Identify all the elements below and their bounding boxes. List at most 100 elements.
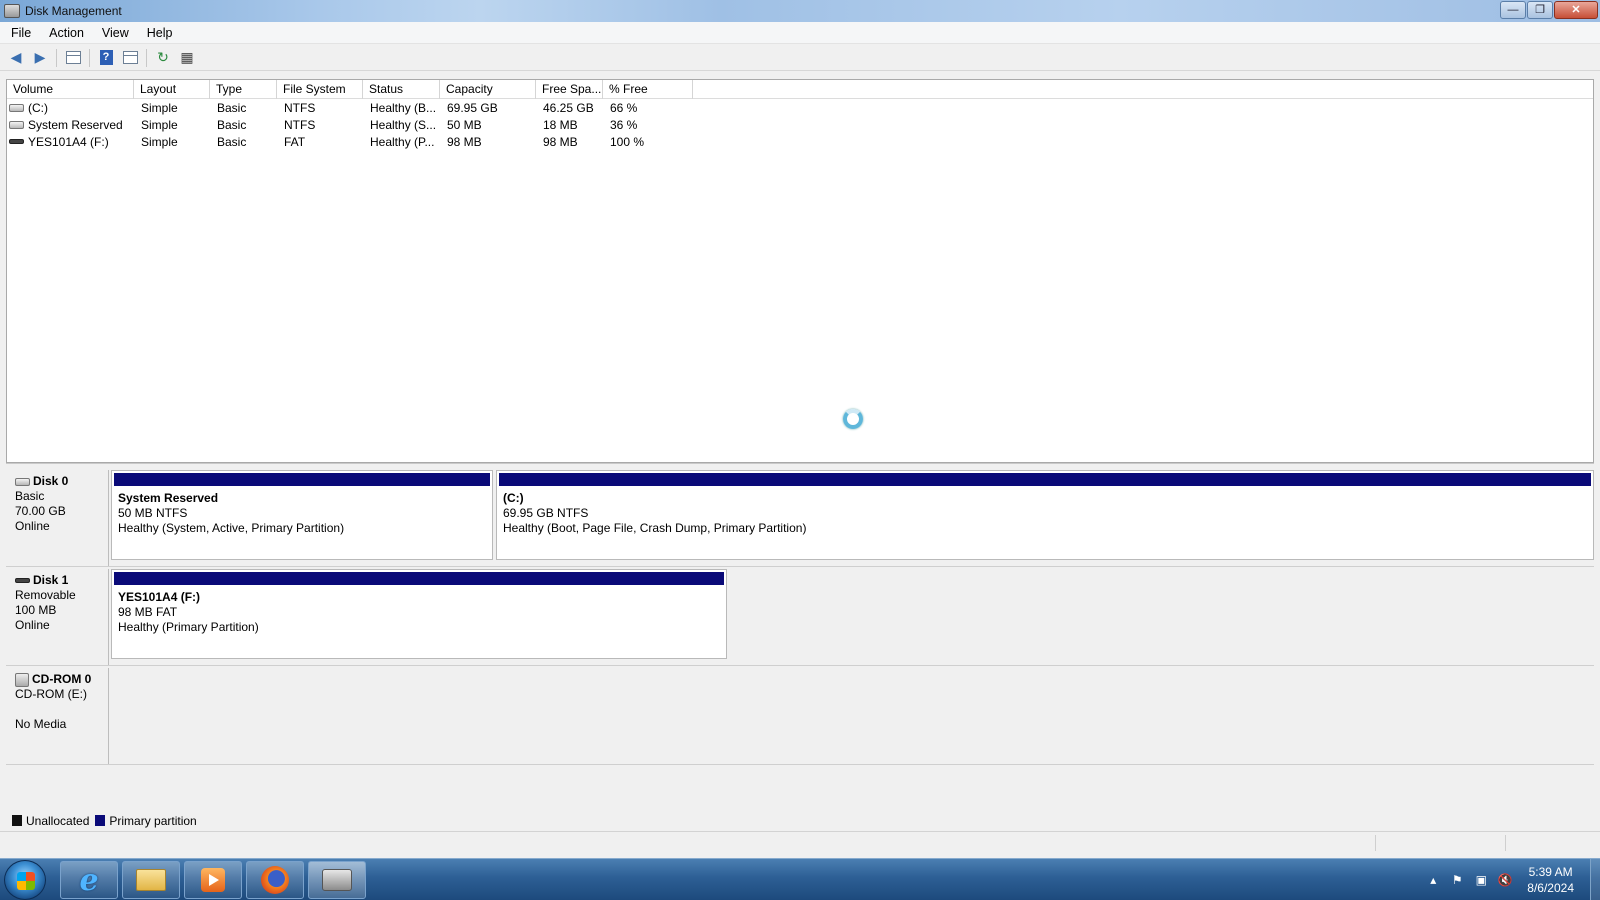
partition-system-reserved[interactable]: System Reserved 50 MB NTFS Healthy (Syst… (111, 470, 493, 560)
menu-bar: File Action View Help (0, 22, 1600, 44)
column-header-free-space[interactable]: Free Spa... (536, 80, 603, 99)
export-list-icon[interactable]: ▦ (177, 48, 197, 68)
menu-view[interactable]: View (91, 26, 136, 40)
layout-cell: Simple (141, 117, 178, 132)
disk-row-disk-1: Disk 1 Removable 100 MB Online YES101A4 … (6, 569, 1594, 666)
partition-c-drive[interactable]: (C:) 69.95 GB NTFS Healthy (Boot, Page F… (496, 470, 1594, 560)
toolbar-separator (56, 48, 57, 67)
unallocated-swatch (12, 815, 22, 826)
partition-details: (C:) 69.95 GB NTFS Healthy (Boot, Page F… (497, 486, 1593, 536)
disk-label-disk-1[interactable]: Disk 1 Removable 100 MB Online (6, 569, 109, 665)
partition-details: YES101A4 (F:) 98 MB FAT Healthy (Primary… (112, 585, 726, 635)
disk-name-text: CD-ROM 0 (32, 672, 92, 686)
console-tree-icon[interactable] (63, 48, 83, 68)
status-cell: Healthy (S... (370, 117, 437, 132)
minimize-button[interactable]: — (1500, 1, 1526, 19)
volume-list[interactable]: Volume Layout Type File System Status Ca… (6, 79, 1594, 463)
forward-arrow-icon[interactable]: ▶ (30, 48, 50, 68)
help-icon[interactable]: ? (96, 48, 116, 68)
status-cell: Healthy (P... (370, 134, 435, 149)
primary-partition-bar (499, 473, 1591, 486)
show-hidden-icons-chevron-icon[interactable]: ▴ (1425, 872, 1441, 888)
hard-drive-icon (9, 103, 24, 112)
disk-name: Disk 0 (15, 474, 108, 489)
taskbar-firefox[interactable] (246, 861, 304, 899)
disk-row-cdrom-0: CD-ROM 0 CD-ROM (E:) No Media (6, 668, 1594, 765)
taskbar-file-explorer[interactable] (122, 861, 180, 899)
primary-partition-bar (114, 572, 724, 585)
table-row[interactable]: (C:) Simple Basic NTFS Healthy (B... 69.… (7, 99, 1593, 116)
partition-name: (C:) (503, 491, 524, 505)
hard-disk-icon (15, 477, 30, 486)
file-system-cell: NTFS (284, 117, 316, 132)
free-space-cell: 18 MB (543, 117, 578, 132)
free-space-cell: 46.25 GB (543, 100, 594, 115)
partition-size: 98 MB FAT (118, 605, 178, 619)
disk-management-app-icon (4, 4, 20, 18)
primary-partition-bar (114, 473, 490, 486)
refresh-icon[interactable]: ↻ (153, 48, 173, 68)
disk-label-cdrom-0[interactable]: CD-ROM 0 CD-ROM (E:) No Media (6, 668, 109, 764)
volume-list-header: Volume Layout Type File System Status Ca… (7, 80, 1593, 99)
toolbar-separator (89, 48, 90, 67)
percent-free-cell: 66 % (610, 100, 638, 115)
column-header-percent-free[interactable]: % Free (603, 80, 693, 99)
volume-name: (C:) (28, 100, 48, 115)
window-title: Disk Management (25, 4, 122, 18)
action-center-flag-icon[interactable]: ⚑ (1449, 872, 1465, 888)
volume-muted-icon[interactable]: 🔇 (1497, 872, 1513, 888)
taskbar: e ▴ ⚑ ▣ 🔇 5:39 AM 8/6/2024 (0, 858, 1600, 900)
menu-help[interactable]: Help (136, 26, 180, 40)
properties-icon[interactable] (120, 48, 140, 68)
taskbar-disk-management[interactable] (308, 861, 366, 899)
show-desktop-button[interactable] (1590, 859, 1600, 900)
title-bar: Disk Management — ❐ ✕ (0, 0, 1600, 22)
status-cell: Healthy (B... (370, 100, 437, 115)
legend-primary-partition: Primary partition (109, 813, 197, 828)
volume-cell: YES101A4 (F:) (7, 135, 134, 149)
capacity-cell: 50 MB (447, 117, 482, 132)
disk-size: 100 MB (15, 603, 57, 617)
close-button[interactable]: ✕ (1554, 1, 1598, 19)
capacity-cell: 98 MB (447, 134, 482, 149)
table-row[interactable]: YES101A4 (F:) Simple Basic FAT Healthy (… (7, 133, 1593, 150)
maximize-button[interactable]: ❐ (1527, 1, 1553, 19)
network-icon[interactable]: ▣ (1473, 872, 1489, 888)
status-bar-divider (1375, 835, 1376, 851)
start-button[interactable] (4, 860, 46, 900)
capacity-cell: 69.95 GB (447, 100, 498, 115)
menu-file[interactable]: File (0, 26, 38, 40)
partition-name: System Reserved (118, 491, 219, 505)
hard-drive-icon (9, 120, 24, 129)
toolbar-separator (146, 48, 147, 67)
back-arrow-icon[interactable]: ◀ (6, 48, 26, 68)
partition-f-drive[interactable]: YES101A4 (F:) 98 MB FAT Healthy (Primary… (111, 569, 727, 659)
table-row[interactable]: System Reserved Simple Basic NTFS Health… (7, 116, 1593, 133)
disk-management-icon (322, 869, 352, 891)
column-header-capacity[interactable]: Capacity (440, 80, 536, 99)
free-space-cell: 98 MB (543, 134, 578, 149)
disk-status: No Media (15, 717, 67, 731)
column-header-type[interactable]: Type (210, 80, 277, 99)
type-cell: Basic (217, 100, 247, 115)
disk-type: CD-ROM (E:) (15, 687, 87, 701)
column-header-file-system[interactable]: File System (277, 80, 363, 99)
status-bar (0, 831, 1600, 853)
taskbar-internet-explorer[interactable]: e (60, 861, 118, 899)
partition-size: 69.95 GB NTFS (503, 506, 589, 520)
disk-status: Online (15, 618, 50, 632)
layout-cell: Simple (141, 134, 178, 149)
pane-splitter[interactable] (6, 463, 1594, 469)
windows-logo-icon (17, 872, 35, 890)
firefox-icon (261, 866, 289, 894)
busy-cursor-icon (843, 409, 863, 429)
column-header-layout[interactable]: Layout (134, 80, 210, 99)
disk-graphical-view: Disk 0 Basic 70.00 GB Online System Rese… (6, 470, 1594, 812)
taskbar-clock[interactable]: 5:39 AM 8/6/2024 (1527, 864, 1574, 896)
column-header-status[interactable]: Status (363, 80, 440, 99)
disk-label-disk-0[interactable]: Disk 0 Basic 70.00 GB Online (6, 470, 109, 566)
menu-action[interactable]: Action (38, 26, 91, 40)
toolbar: ◀ ▶ ? ↻ ▦ (0, 45, 1600, 71)
column-header-volume[interactable]: Volume (7, 80, 134, 99)
taskbar-media-player[interactable] (184, 861, 242, 899)
